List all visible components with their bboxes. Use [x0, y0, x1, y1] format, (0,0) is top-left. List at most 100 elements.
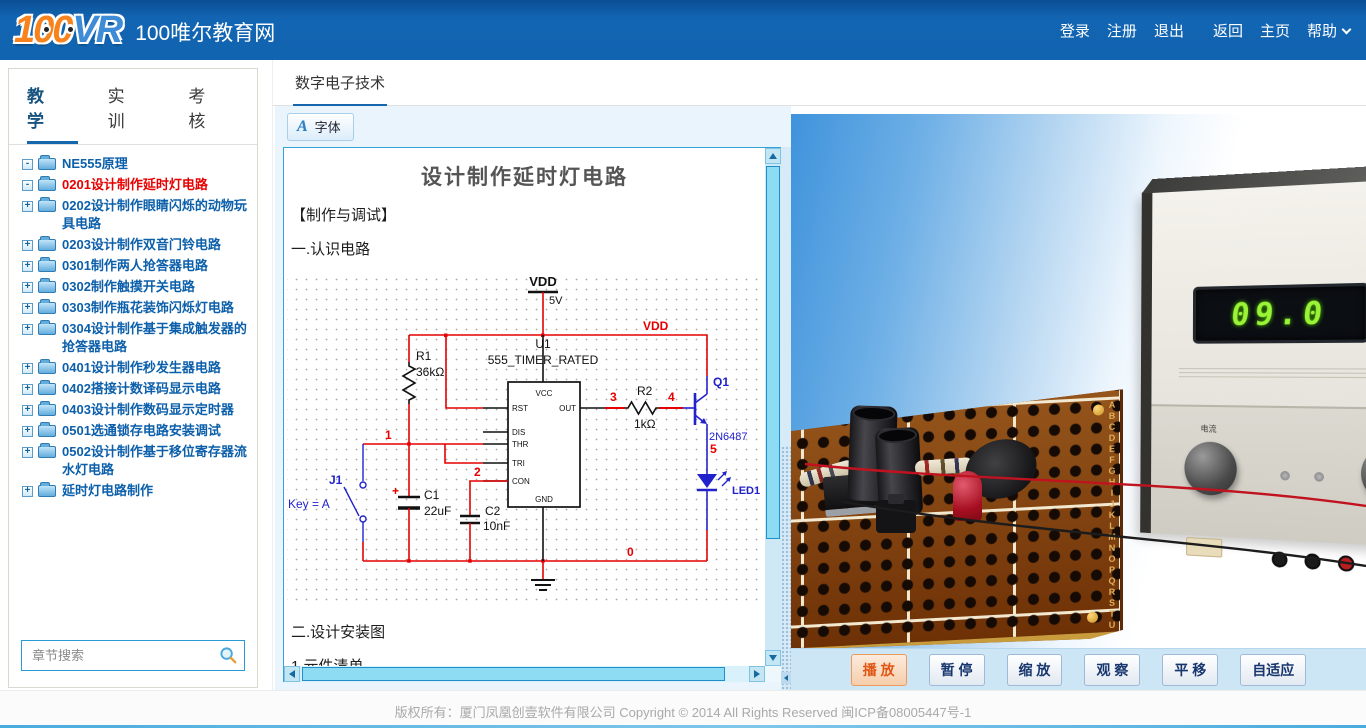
circuit-schematic: VDD 5V VDD R1 36kΩ	[285, 268, 765, 608]
tree-item[interactable]: +0403设计制作数码显示定时器	[22, 401, 251, 419]
tree-item-selected[interactable]: -0201设计制作延时灯电路	[22, 176, 251, 194]
svg-text:1: 1	[385, 428, 392, 442]
observe-button[interactable]: 观 察	[1084, 654, 1140, 686]
tree-item[interactable]: +0401设计制作秒发生器电路	[22, 359, 251, 377]
tree-item[interactable]: +0303制作瓶花装饰闪烁灯电路	[22, 299, 251, 317]
outer-scrollbar-strip[interactable]	[781, 147, 791, 690]
psu-label-plate	[1186, 537, 1222, 558]
course-tree: -NE555原理 -0201设计制作延时灯电路 +0202设计制作眼睛闪烁的动物…	[9, 145, 257, 500]
folder-icon	[38, 362, 56, 374]
tree-expander[interactable]: +	[22, 384, 33, 395]
doc-section: 【制作与调试】	[291, 204, 765, 225]
svg-text:OUT: OUT	[559, 404, 576, 413]
tree-item[interactable]: +0402搭接计数译码显示电路	[22, 380, 251, 398]
sidebar-tabs: 教 学 实 训 考 核	[9, 69, 257, 145]
svg-text:C2: C2	[485, 504, 501, 518]
psu-indicator	[1280, 471, 1290, 481]
nav-link-login[interactable]: 登录	[1060, 20, 1090, 41]
nav-link-logout[interactable]: 退出	[1154, 20, 1184, 41]
tree-expander[interactable]: +	[22, 363, 33, 374]
tree-item[interactable]: +延时灯电路制作	[22, 482, 251, 500]
auto-fit-button[interactable]: 自适应	[1240, 654, 1306, 686]
psu-groove	[1179, 368, 1366, 370]
folder-icon	[38, 383, 56, 395]
tree-item[interactable]: +0502设计制作基于移位寄存器流水灯电路	[22, 443, 251, 479]
pause-button[interactable]: 暂 停	[929, 654, 985, 686]
3d-viewport[interactable]: 09.0 电压(V) 电流(A) 电流 电压	[791, 114, 1366, 648]
tree-item[interactable]: +0203设计制作双音门铃电路	[22, 236, 251, 254]
svg-text:4: 4	[668, 390, 675, 404]
pan-button[interactable]: 平 移	[1162, 654, 1218, 686]
viewer-controls: 播 放 暂 停 缩 放 观 察 平 移 自适应	[791, 648, 1366, 690]
zoom-button[interactable]: 缩 放	[1007, 654, 1063, 686]
header-nav: 登录 注册 退出 返回 主页 帮助	[1060, 20, 1350, 41]
tree-expander[interactable]: +	[22, 324, 33, 335]
nav-link-help[interactable]: 帮助	[1307, 20, 1350, 41]
scroll-right-button[interactable]	[749, 666, 765, 682]
svg-text:DIS: DIS	[512, 428, 525, 437]
svg-text:+: +	[392, 484, 399, 498]
tree-expander[interactable]: -	[22, 180, 33, 191]
tree-expander[interactable]: +	[22, 201, 33, 212]
tab-training[interactable]: 实 训	[108, 82, 159, 144]
led-component	[953, 471, 982, 521]
psu-indicator	[1314, 472, 1324, 482]
doc-toolbar: A 字体	[275, 106, 791, 147]
psu-current-knob	[1184, 441, 1237, 496]
search-icon[interactable]	[219, 646, 238, 665]
logo[interactable]: 100VR 100唯尔教育网	[14, 8, 275, 52]
scroll-down-button[interactable]	[765, 650, 781, 666]
psu-post-black	[1272, 551, 1288, 568]
tab-assessment[interactable]: 考 核	[188, 82, 239, 144]
horizontal-scroll-thumb[interactable]	[302, 667, 725, 681]
tree-expander[interactable]: +	[22, 282, 33, 293]
tree-expander[interactable]: +	[22, 447, 33, 458]
app-header: 100VR 100唯尔教育网 登录 注册 退出 返回 主页 帮助	[0, 0, 1366, 60]
tree-expander[interactable]: +	[22, 426, 33, 437]
svg-text:555_TIMER_RATED: 555_TIMER_RATED	[488, 353, 599, 367]
capacitor-top	[877, 427, 918, 444]
tree-expander[interactable]: +	[22, 405, 33, 416]
svg-text:THR: THR	[512, 440, 529, 449]
svg-text:5: 5	[710, 442, 717, 456]
tab-teaching[interactable]: 教 学	[27, 82, 78, 144]
tree-expander[interactable]: +	[22, 303, 33, 314]
tree-item[interactable]: +0301制作两人抢答器电路	[22, 257, 251, 275]
footer: 版权所有：厦门凤凰创壹软件有限公司 Copyright © 2014 All R…	[0, 690, 1366, 728]
svg-text:LED1: LED1	[732, 485, 760, 497]
tree-item[interactable]: -NE555原理	[22, 155, 251, 173]
search-input[interactable]	[32, 648, 219, 663]
horizontal-scrollbar[interactable]	[284, 666, 765, 682]
tree-item[interactable]: +0501选通锁存电路安装调试	[22, 422, 251, 440]
board-screw	[1087, 612, 1098, 624]
tree-item[interactable]: +0202设计制作眼睛闪烁的动物玩具电路	[22, 197, 251, 233]
tree-expander[interactable]: +	[22, 261, 33, 272]
svg-text:3: 3	[610, 390, 617, 404]
vertical-scroll-thumb[interactable]	[766, 166, 780, 539]
chapter-search	[21, 640, 245, 671]
power-supply-top	[1142, 160, 1366, 193]
scroll-up-button[interactable]	[765, 148, 781, 164]
font-button[interactable]: A 字体	[287, 113, 354, 141]
capacitor-top	[852, 405, 895, 421]
tree-expander[interactable]: +	[22, 486, 33, 497]
nav-link-register[interactable]: 注册	[1107, 20, 1137, 41]
tree-expander[interactable]: -	[22, 159, 33, 170]
logo-eye	[41, 24, 51, 34]
copyright-text: 版权所有：厦门凤凰创壹软件有限公司 Copyright © 2014 All R…	[0, 702, 1366, 721]
play-button[interactable]: 播 放	[851, 654, 907, 686]
nav-link-home[interactable]: 主页	[1260, 20, 1290, 41]
tree-expander[interactable]: +	[22, 240, 33, 251]
tab-digital-electronics[interactable]: 数字电子技术	[293, 72, 387, 107]
scrollbar-corner	[765, 666, 781, 682]
tree-item[interactable]: +0302制作触摸开关电路	[22, 278, 251, 296]
doc-section: 1.元件清单	[291, 655, 765, 666]
tree-item[interactable]: +0304设计制作基于集成触发器的抢答器电路	[22, 320, 251, 356]
nav-link-back[interactable]: 返回	[1213, 20, 1243, 41]
scroll-left-button[interactable]	[284, 666, 300, 682]
svg-text:Key = A: Key = A	[288, 497, 330, 511]
vertical-scrollbar[interactable]	[765, 148, 781, 666]
doc-title: 设计制作延时灯电路	[284, 161, 765, 191]
folder-icon	[38, 281, 56, 293]
mini-scroll-arrow[interactable]	[781, 672, 791, 684]
